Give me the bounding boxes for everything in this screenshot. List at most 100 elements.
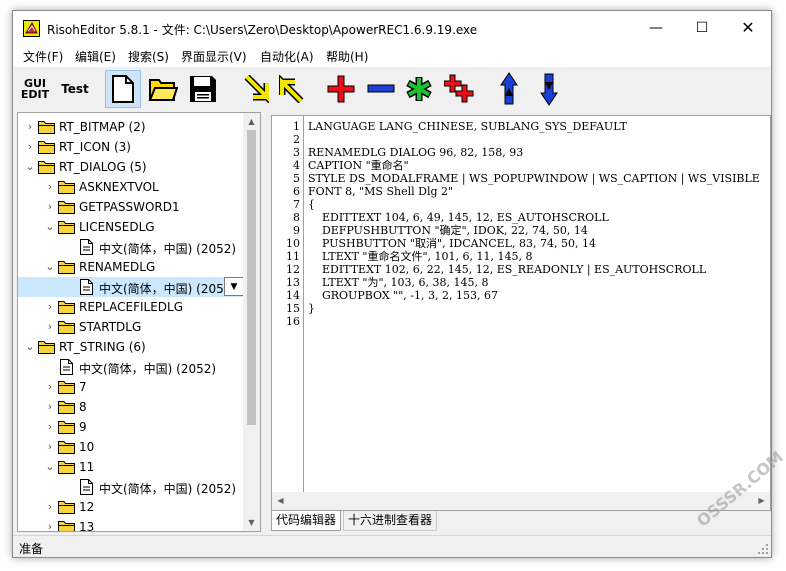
gui-edit-button[interactable]: GUI EDIT: [17, 70, 53, 108]
scroll-right-arrow-icon[interactable]: ▶: [753, 492, 770, 510]
line-number: 12: [286, 263, 300, 276]
editor-horizontal-scrollbar[interactable]: ◀ ▶: [272, 492, 770, 510]
close-button[interactable]: ✕: [725, 11, 771, 45]
code-line[interactable]: FONT 8, "MS Shell Dlg 2": [308, 185, 453, 198]
tree-item[interactable]: › 13: [18, 517, 246, 531]
line-number: 5: [293, 172, 300, 185]
code-line[interactable]: DEFPUSHBUTTON "确定", IDOK, 22, 74, 50, 14: [308, 224, 588, 237]
resource-tree[interactable]: › RT_BITMAP (2) › RT_ICON (3) ⌄ RT_DIALOG (5)…: [17, 112, 261, 532]
code-line[interactable]: LTEXT "为", 103, 6, 38, 145, 8: [308, 276, 489, 289]
chevron-right-icon[interactable]: ›: [44, 399, 56, 415]
tree-item[interactable]: ⌄ 11: [18, 457, 246, 477]
code-line[interactable]: CAPTION "重命名": [308, 159, 409, 172]
save-disk-icon: [190, 76, 216, 102]
code-line[interactable]: GROUPBOX "", -1, 3, 2, 153, 67: [308, 289, 498, 302]
toolbar: GUI EDIT Test: [13, 68, 771, 110]
chevron-right-icon[interactable]: ›: [24, 139, 36, 155]
chevron-right-icon[interactable]: ›: [44, 179, 56, 195]
chevron-down-icon[interactable]: ⌄: [44, 459, 56, 475]
tree-item[interactable]: › 12: [18, 497, 246, 517]
tree-item[interactable]: › ASKNEXTVOL: [18, 177, 246, 197]
scroll-left-arrow-icon[interactable]: ◀: [272, 492, 289, 510]
title-bar: RisohEditor 5.8.1 - 文件: C:\Users\Zero\De…: [13, 11, 771, 45]
clone-resource-button[interactable]: [441, 70, 477, 108]
test-button[interactable]: Test: [57, 70, 93, 108]
dropdown-arrow-icon[interactable]: ▼: [224, 277, 244, 296]
move-down-button[interactable]: [531, 70, 567, 108]
chevron-right-icon[interactable]: ›: [44, 199, 56, 215]
code-editor[interactable]: 1 2 3 4 5 6 7 8 9 10 11 12 13 14 15 16 LANGUAGE LANG_CH…: [271, 115, 771, 511]
open-button[interactable]: [145, 70, 181, 108]
expand-all-button[interactable]: [237, 70, 273, 108]
window-title: RisohEditor 5.8.1 - 文件: C:\Users\Zero\De…: [47, 23, 478, 37]
chevron-down-icon[interactable]: ⌄: [44, 259, 56, 275]
new-button[interactable]: [105, 70, 141, 108]
line-number: 11: [286, 250, 300, 263]
line-number: 6: [293, 185, 300, 198]
tree-item[interactable]: › 9: [18, 417, 246, 437]
chevron-right-icon[interactable]: ›: [44, 419, 56, 435]
tree-item[interactable]: 中文(简体，中国) (2052): [18, 237, 246, 257]
delete-resource-button[interactable]: [363, 70, 399, 108]
gui-edit-label: GUI EDIT: [20, 77, 50, 101]
chevron-down-icon[interactable]: ⌄: [24, 339, 36, 355]
tree-item[interactable]: › RT_BITMAP (2): [18, 117, 246, 137]
add-resource-button[interactable]: [323, 70, 359, 108]
scroll-up-arrow-icon[interactable]: ▲: [243, 113, 260, 130]
chevron-right-icon[interactable]: ›: [44, 499, 56, 515]
tree-item-label: RT_STRING (6): [59, 340, 146, 354]
tree-item-label: RENAMEDLG: [79, 260, 156, 274]
code-line[interactable]: EDITTEXT 104, 6, 49, 145, 12, ES_AUTOHSC…: [308, 211, 609, 224]
tree-vertical-scrollbar[interactable]: ▲ ▼: [243, 113, 260, 531]
menu-search[interactable]: 搜索(S): [128, 48, 169, 65]
tree-item[interactable]: › REPLACEFILEDLG: [18, 297, 246, 317]
code-line[interactable]: {: [308, 198, 315, 211]
chevron-down-icon[interactable]: ⌄: [24, 159, 36, 175]
chevron-right-icon[interactable]: ›: [44, 439, 56, 455]
tree-item[interactable]: › 8: [18, 397, 246, 417]
code-line[interactable]: LTEXT "重命名文件", 101, 6, 11, 145, 8: [308, 250, 533, 263]
code-line[interactable]: }: [308, 302, 315, 315]
collapse-all-button[interactable]: [275, 70, 311, 108]
move-up-button[interactable]: [491, 70, 527, 108]
maximize-button[interactable]: ☐: [679, 11, 725, 45]
code-line[interactable]: LANGUAGE LANG_CHINESE, SUBLANG_SYS_DEFAU…: [308, 120, 627, 133]
menu-file[interactable]: 文件(F): [23, 48, 63, 65]
tree-item[interactable]: › STARTDLG: [18, 317, 246, 337]
chevron-down-icon[interactable]: ⌄: [44, 219, 56, 235]
code-line[interactable]: EDITTEXT 102, 6, 22, 145, 12, ES_READONL…: [308, 263, 706, 276]
save-button[interactable]: [185, 70, 221, 108]
tree-item[interactable]: 中文(简体，中国) (2052): [18, 477, 246, 497]
code-line[interactable]: STYLE DS_MODALFRAME | WS_POPUPWINDOW | W…: [308, 172, 760, 185]
menu-view[interactable]: 界面显示(V): [181, 48, 247, 65]
tab-code-editor[interactable]: 代码编辑器: [271, 511, 342, 531]
line-number: 15: [286, 302, 300, 315]
modify-resource-button[interactable]: [401, 70, 437, 108]
tree-item[interactable]: ⌄ RT_DIALOG (5): [18, 157, 246, 177]
chevron-right-icon[interactable]: ›: [44, 319, 56, 335]
chevron-right-icon[interactable]: ›: [44, 379, 56, 395]
chevron-right-icon[interactable]: ›: [44, 519, 56, 531]
tree-item[interactable]: ⌄ RENAMEDLG: [18, 257, 246, 277]
chevron-right-icon[interactable]: ›: [24, 119, 36, 135]
tree-item[interactable]: › RT_ICON (3): [18, 137, 246, 157]
tree-item[interactable]: 中文(简体，中国) (2052 ▼: [18, 277, 246, 297]
tab-hex-viewer[interactable]: 十六进制查看器: [343, 511, 438, 531]
code-line[interactable]: PUSHBUTTON "取消", IDCANCEL, 83, 74, 50, 1…: [308, 237, 596, 250]
minimize-button[interactable]: —: [633, 11, 679, 45]
tree-item[interactable]: › GETPASSWORD1: [18, 197, 246, 217]
menu-help[interactable]: 帮助(H): [326, 48, 368, 65]
tree-item[interactable]: › 10: [18, 437, 246, 457]
code-line[interactable]: RENAMEDLG DIALOG 96, 82, 158, 93: [308, 146, 523, 159]
resize-grip-icon[interactable]: [757, 543, 769, 555]
app-logo-icon: [23, 20, 40, 37]
tree-item[interactable]: 中文(简体，中国) (2052): [18, 357, 246, 377]
menu-automation[interactable]: 自动化(A): [260, 48, 314, 65]
tree-item[interactable]: ⌄ LICENSEDLG: [18, 217, 246, 237]
tree-item[interactable]: › 7: [18, 377, 246, 397]
scroll-thumb[interactable]: [247, 130, 256, 425]
tree-item[interactable]: ⌄ RT_STRING (6): [18, 337, 246, 357]
chevron-right-icon[interactable]: ›: [44, 299, 56, 315]
menu-edit[interactable]: 编辑(E): [75, 48, 116, 65]
scroll-down-arrow-icon[interactable]: ▼: [243, 514, 260, 531]
